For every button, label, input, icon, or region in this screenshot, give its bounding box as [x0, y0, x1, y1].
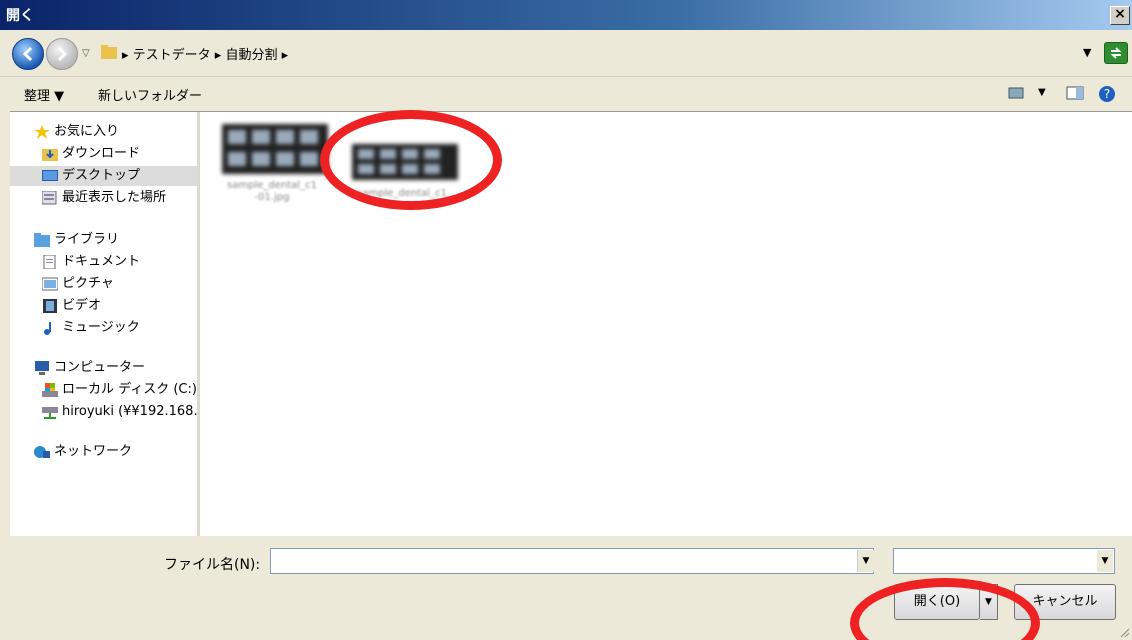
recent-places-icon: [42, 191, 57, 205]
nav-documents-label: ドキュメント: [62, 254, 141, 269]
videos-icon: [43, 299, 57, 313]
breadcrumb[interactable]: ▸ テストデータ ▸ 自動分割 ▸: [122, 44, 288, 63]
file-thumbnail: [222, 124, 328, 174]
nav-libraries[interactable]: ライブラリ: [10, 230, 197, 250]
file-item[interactable]: sample_dental_c1 -01.jpg: [210, 122, 330, 212]
star-icon: [34, 125, 50, 139]
filename-label: ファイル名(N):: [164, 557, 261, 573]
filename-input[interactable]: [270, 548, 874, 574]
nav-recent-label: 最近表示した場所: [62, 190, 167, 205]
nav-computer[interactable]: コンピューター: [10, 358, 197, 378]
nav-music-label: ミュージック: [62, 320, 140, 335]
view-options-icon[interactable]: [1008, 85, 1026, 101]
nav-downloads-label: ダウンロード: [62, 146, 141, 161]
resize-grip-icon[interactable]: [1118, 626, 1130, 638]
nav-libraries-label: ライブラリ: [54, 232, 120, 247]
downloads-folder-icon: [42, 149, 58, 161]
command-toolbar: 整理 ▼ 新しいフォルダー ▼ ?: [0, 77, 1132, 111]
window-title: 開く: [6, 8, 34, 24]
nav-network-label: ネットワーク: [54, 444, 133, 459]
nav-videos-label: ビデオ: [62, 298, 102, 313]
filter-dropdown-icon[interactable]: ▼: [1097, 550, 1113, 572]
nav-pictures[interactable]: ピクチャ: [10, 274, 197, 294]
nav-favorites-label: お気に入り: [54, 124, 120, 139]
new-folder-button[interactable]: 新しいフォルダー: [98, 85, 202, 104]
pictures-icon: [42, 277, 58, 291]
folder-icon: [101, 45, 117, 59]
view-dropdown-icon[interactable]: ▼: [1038, 87, 1046, 98]
file-type-filter[interactable]: [893, 548, 1115, 574]
refresh-button[interactable]: [1104, 42, 1128, 64]
nav-computer-label: コンピューター: [54, 360, 146, 375]
computer-icon: [35, 361, 49, 375]
nav-network[interactable]: ネットワーク: [10, 442, 197, 462]
nav-recent-places[interactable]: 最近表示した場所: [10, 188, 197, 208]
nav-videos[interactable]: ビデオ: [10, 296, 197, 316]
organize-menu[interactable]: 整理 ▼: [24, 85, 64, 104]
network-drive-icon: [42, 407, 58, 419]
network-icon: [34, 446, 50, 458]
content-area: お気に入り ダウンロード デスクトップ 最近表示した場所 ライブラリ ドキュメン…: [10, 111, 1132, 537]
back-button[interactable]: [12, 38, 44, 70]
close-button[interactable]: ×: [1110, 6, 1130, 25]
nav-local-disk-label: ローカル ディスク (C:): [62, 382, 197, 397]
history-dropdown-icon[interactable]: ▽: [82, 48, 90, 59]
nav-music[interactable]: ミュージック: [10, 318, 197, 338]
libraries-icon: [34, 233, 50, 247]
file-name: sample_dental_c1 -01.jpg: [227, 180, 317, 203]
navigation-pane[interactable]: お気に入り ダウンロード デスクトップ 最近表示した場所 ライブラリ ドキュメン…: [10, 112, 200, 536]
preview-pane-icon[interactable]: [1066, 85, 1084, 101]
nav-desktop-label: デスクトップ: [62, 168, 141, 183]
music-icon: [44, 322, 51, 335]
help-icon[interactable]: ?: [1098, 85, 1116, 103]
nav-desktop[interactable]: デスクトップ: [10, 166, 197, 186]
filename-dropdown-icon[interactable]: ▼: [857, 550, 874, 572]
address-bar: ▽ ▸ テストデータ ▸ 自動分割 ▸ ▼: [0, 30, 1132, 77]
nav-network-drive[interactable]: hiroyuki (¥¥192.168.0: [10, 402, 197, 422]
nav-pictures-label: ピクチャ: [62, 276, 114, 291]
nav-favorites[interactable]: お気に入り: [10, 122, 197, 142]
forward-button[interactable]: [46, 38, 78, 70]
svg-text:?: ?: [1104, 87, 1110, 101]
desktop-icon: [42, 170, 58, 181]
refresh-icon: [1110, 47, 1122, 59]
nav-local-disk[interactable]: ローカル ディスク (C:): [10, 380, 197, 400]
back-arrow-icon: [22, 46, 33, 62]
annotation-circle: [320, 110, 502, 210]
forward-arrow-icon: [57, 46, 68, 62]
local-disk-icon: [42, 383, 58, 397]
nav-downloads[interactable]: ダウンロード: [10, 144, 197, 164]
open-file-dialog: 開く × ▽ ▸ テストデータ ▸ 自動分割 ▸ ▼ 整理 ▼ 新しいフォルダー…: [0, 0, 1132, 640]
nav-network-drive-label: hiroyuki (¥¥192.168.0: [62, 404, 200, 419]
nav-documents[interactable]: ドキュメント: [10, 252, 197, 272]
title-bar[interactable]: 開く ×: [0, 0, 1132, 30]
address-dropdown-icon[interactable]: ▼: [1083, 46, 1091, 59]
documents-icon: [43, 255, 56, 269]
